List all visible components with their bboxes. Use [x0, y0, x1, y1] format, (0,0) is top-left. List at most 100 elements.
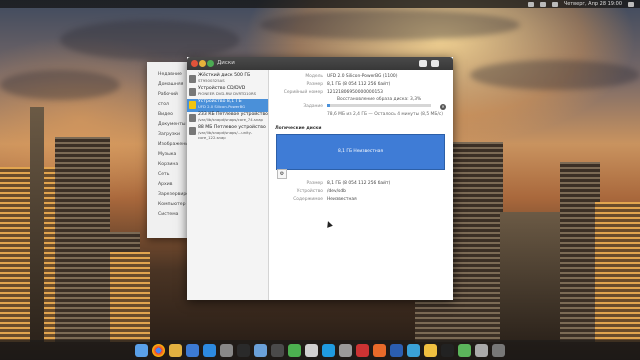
volumes-heading: Логические диски [275, 126, 322, 131]
chrome-icon[interactable] [152, 343, 165, 357]
dock [0, 340, 640, 360]
loop-device-icon [189, 114, 196, 122]
task-progress-text: 78,6 МБ из 2,4 ГБ — Осталось 4 минуты (8… [327, 112, 443, 117]
disks-icon[interactable] [356, 343, 369, 357]
maximize-button[interactable] [207, 60, 214, 67]
volume-size-value: 8,1 ГБ (8 054 112 256 байт) [327, 181, 391, 186]
drive-item[interactable]: 233 КБ Петлевое устройство /var/lib/snap… [187, 112, 268, 125]
bg-sidebar-item[interactable]: Рабочий стол [158, 90, 189, 110]
files-icon[interactable] [169, 343, 182, 357]
finder-icon[interactable] [135, 343, 148, 357]
photos-icon[interactable] [305, 343, 318, 357]
disks-window: Диски Жёсткий диск 500 ГБ ST9500325AS Ус… [187, 57, 453, 300]
drive-sub: PIONEER DVD-RW DVRTD10RS [198, 91, 257, 96]
notes-icon[interactable] [424, 343, 437, 357]
wallpaper-building [453, 142, 503, 342]
archive-icon[interactable] [475, 343, 488, 357]
minimize-button[interactable] [199, 60, 206, 67]
network-icon[interactable] [527, 1, 534, 7]
task-label: Задание [303, 104, 323, 109]
window-title: Диски [217, 60, 235, 66]
gear-icon[interactable]: ⚙ [277, 169, 287, 179]
drive-item[interactable]: 88 МБ Петлевое устройство /var/lib/snapd… [187, 125, 268, 140]
appstore-icon[interactable] [203, 343, 216, 357]
music-icon[interactable] [373, 343, 386, 357]
bg-sidebar-item[interactable]: Корзина [158, 160, 189, 170]
drive-item[interactable]: Жёсткий диск 500 ГБ ST9500325AS [187, 73, 268, 86]
wallpaper-building [560, 162, 600, 342]
messages-icon[interactable] [288, 343, 301, 357]
bg-sidebar-item[interactable]: Зарезервировано [158, 190, 200, 200]
size-label: Размер [306, 82, 323, 87]
drive-item[interactable]: Устройство CD/DVD PIONEER DVD-RW DVRTD10… [187, 86, 268, 99]
drive-item-selected[interactable]: Устройство 8,1 ГБ UFD 2.0 Silicon-PowerB… [187, 99, 268, 112]
writer-icon[interactable] [390, 343, 403, 357]
device-label: Устройство [296, 189, 323, 194]
bg-sidebar-item[interactable]: Изображения [158, 140, 191, 150]
serial-label: Серийный номер [283, 90, 323, 95]
bg-sidebar-item[interactable]: Компьютер [158, 200, 189, 210]
wallpaper-building [30, 107, 44, 342]
usb-drive-icon [189, 101, 196, 109]
drive-sub: UFD 2.0 Silicon-PowerBG [198, 104, 246, 109]
bg-sidebar-item[interactable]: Музыка [158, 150, 189, 160]
close-button[interactable] [191, 60, 198, 67]
volume-size-label: Размер [306, 181, 323, 186]
wallpaper-cloud [260, 10, 520, 40]
volume-block[interactable]: 8,1 ГБ Неизвестная [276, 134, 445, 170]
serial-value: 12121806950000000153 [327, 90, 383, 95]
editor-icon[interactable] [407, 343, 420, 357]
drive-sub: /var/lib/snapd/snaps/core_74.snap [198, 117, 263, 122]
bg-sidebar-item[interactable]: Архив [158, 180, 189, 190]
loop-device-icon [189, 127, 196, 135]
wallpaper-cloud [60, 20, 240, 60]
wallpaper-cloud [0, 70, 120, 100]
bg-sidebar-item[interactable]: Недавние [158, 70, 189, 80]
progress-fill [327, 104, 331, 107]
model-value: UFD 2.0 Silicon-PowerBG (1100) [327, 74, 398, 79]
bg-sidebar-item[interactable]: Видео [158, 110, 189, 120]
progress-bar [327, 104, 431, 107]
volume-label: 8,1 ГБ Неизвестная [337, 149, 384, 154]
device-value: /dev/sdb [327, 189, 346, 194]
wallpaper-cloud [470, 60, 640, 90]
bg-sidebar-list: Недавние Домашняя Рабочий стол Видео Док… [147, 62, 200, 220]
trash-icon[interactable] [339, 343, 352, 357]
video-icon[interactable] [441, 343, 454, 357]
mail-icon[interactable] [254, 343, 267, 357]
contents-value: Неизвестная [327, 197, 357, 202]
settings-icon[interactable] [220, 343, 233, 357]
top-panel: Четверг, Апр 28 19:00 [0, 0, 640, 8]
wallpaper-building [0, 167, 55, 342]
size-value: 8,1 ГБ (8 054 112 256 байт) [327, 82, 391, 87]
contents-label: Содержимое [293, 197, 323, 202]
cancel-task-button[interactable]: ✕ [440, 104, 446, 110]
bg-sidebar-item[interactable]: Сеть [158, 170, 189, 180]
terminal-icon[interactable] [237, 343, 250, 357]
menu-icon[interactable] [431, 60, 439, 67]
bg-sidebar-item[interactable]: Документы [158, 120, 189, 130]
drive-details: Модель UFD 2.0 Silicon-PowerBG (1100) Ра… [269, 70, 453, 300]
battery-icon[interactable] [551, 1, 558, 7]
wallpaper-building [110, 252, 150, 342]
wallpaper-building [595, 202, 640, 342]
drive-sub: /var/lib/snapd/snaps/...unity-core_122.s… [198, 130, 253, 140]
volume-icon[interactable] [539, 1, 546, 7]
wallpaper-building [500, 212, 560, 342]
clock[interactable]: Четверг, Апр 28 19:00 [564, 1, 622, 7]
maps-icon[interactable] [458, 343, 471, 357]
calendar-icon[interactable] [186, 343, 199, 357]
task-text: Восстановление образа диска: 3,3% [337, 97, 422, 102]
hard-disk-icon [189, 75, 196, 83]
camera-icon[interactable] [271, 343, 284, 357]
bg-sidebar-item[interactable]: Домашняя [158, 80, 189, 90]
power-icon[interactable] [628, 1, 634, 7]
background-file-manager[interactable]: Недавние Домашняя Рабочий стол Видео Док… [147, 62, 200, 238]
drive-list: Жёсткий диск 500 ГБ ST9500325AS Устройст… [187, 70, 269, 300]
trash-bin-icon[interactable] [492, 343, 505, 357]
title-bar[interactable]: Диски [187, 57, 453, 70]
skype-icon[interactable] [322, 343, 335, 357]
bg-sidebar-item[interactable]: Загрузки [158, 130, 189, 140]
bg-sidebar-item[interactable]: Система [158, 210, 189, 220]
power-off-drive-icon[interactable] [419, 60, 427, 67]
